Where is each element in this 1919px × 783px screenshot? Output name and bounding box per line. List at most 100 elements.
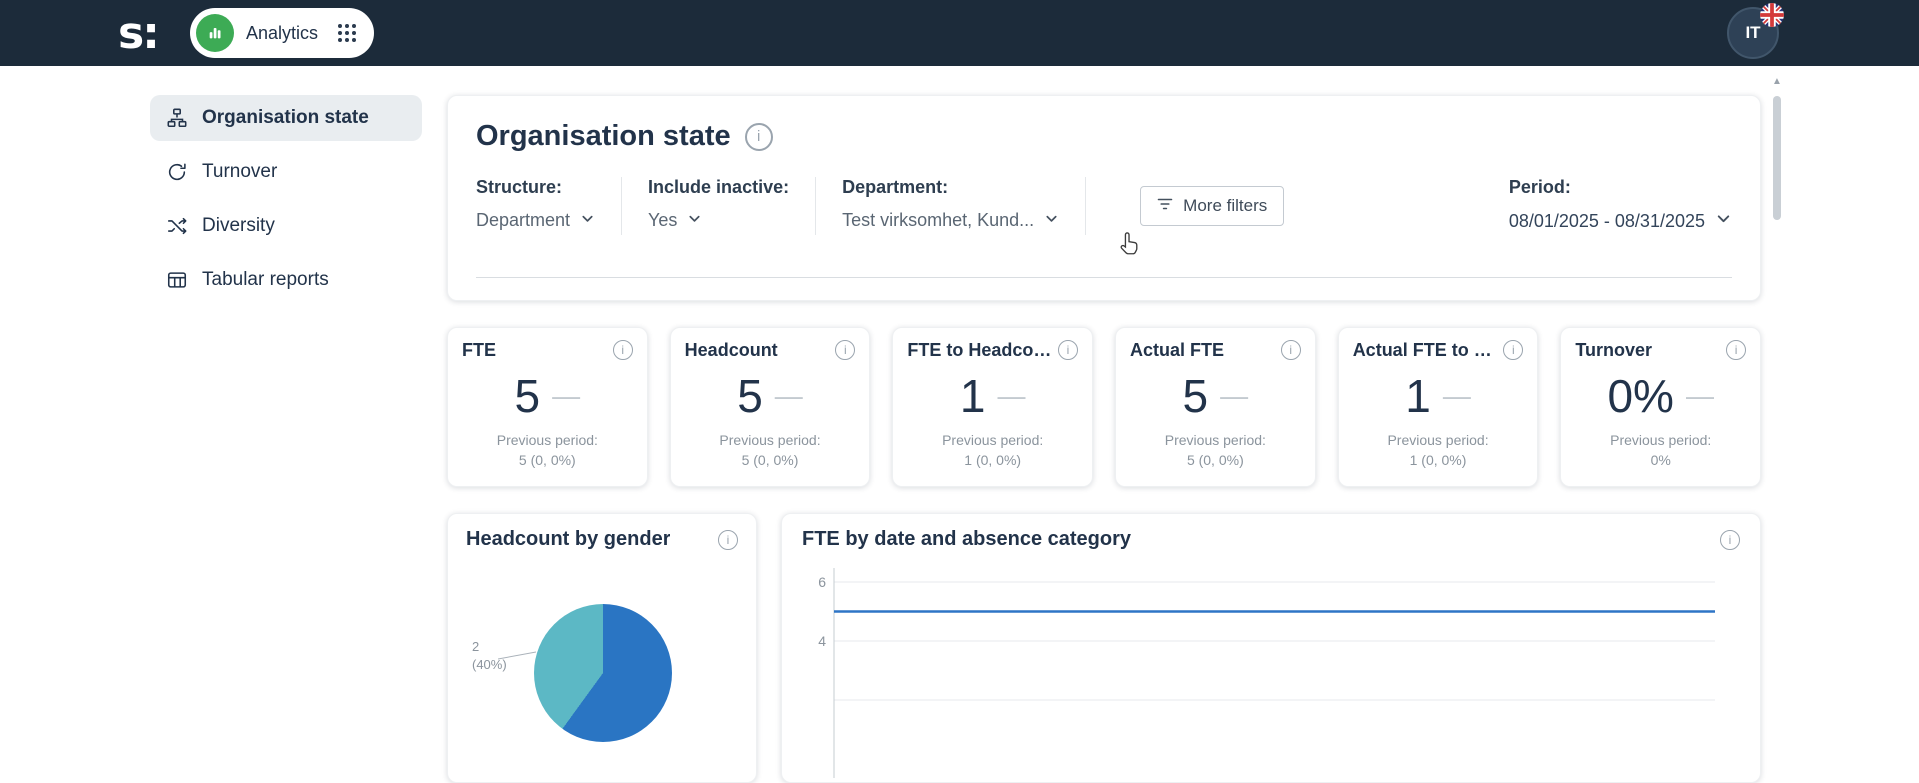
kpi-value: 5 — [737, 370, 763, 422]
kpi-card-fte-to-headcount: FTE to Headcou... i 1 — Previous period:… — [892, 327, 1094, 487]
scrollbar-thumb[interactable] — [1773, 96, 1781, 220]
app-name: Analytics — [246, 22, 319, 43]
period-filter-dropdown[interactable]: 08/01/2025 - 08/31/2025 — [1509, 210, 1732, 232]
turnover-cycle-icon — [166, 161, 188, 183]
kpi-value: 5 — [1182, 370, 1209, 422]
structure-filter-dropdown[interactable]: Department — [476, 210, 595, 231]
info-icon[interactable]: i — [835, 340, 856, 360]
info-icon[interactable]: i — [1280, 340, 1301, 360]
filter-divider — [815, 177, 817, 235]
chevron-down-icon — [580, 210, 595, 231]
structure-filter-label: Structure: — [476, 177, 563, 197]
org-chart-icon — [166, 107, 188, 129]
kpi-value: 5 — [514, 370, 541, 422]
kpi-card-fte: FTE i 5 — Previous period: 5 (0, 0%) — [447, 327, 648, 487]
previous-period-label: Previous period: — [496, 432, 598, 448]
kpi-card-actual-fte-to-fte: Actual FTE to FTE i 1 — Previous period:… — [1337, 327, 1539, 487]
previous-period-value: 5 (0, 0%) — [1186, 452, 1244, 469]
kpi-value: 1 — [1405, 370, 1431, 422]
y-axis-tick: 6 — [818, 574, 826, 590]
include-inactive-filter-value: Yes — [648, 210, 678, 230]
trend-dash: — — [1220, 380, 1249, 411]
previous-period-value: 1 (0, 0%) — [1409, 452, 1467, 469]
locale-flag-icon — [1760, 3, 1784, 27]
previous-period-label: Previous period: — [942, 432, 1044, 448]
chart-title: Headcount by gender — [466, 528, 671, 550]
period-filter-label: Period: — [1508, 177, 1571, 197]
previous-period-label: Previous period: — [1387, 432, 1489, 448]
include-inactive-filter-dropdown[interactable]: Yes — [648, 210, 789, 231]
filter-divider — [621, 177, 623, 235]
topbar: s: Analytics IT — [0, 0, 1919, 66]
info-icon[interactable]: i — [1503, 340, 1524, 360]
gender-pie-chart — [534, 604, 672, 742]
structure-filter-group: Structure: Department — [476, 177, 595, 231]
page-info-icon[interactable]: i — [744, 122, 773, 151]
previous-period-value: 1 (0, 0%) — [964, 452, 1022, 469]
page-title: Organisation state — [476, 120, 731, 152]
previous-period-label: Previous period: — [719, 432, 821, 448]
kpi-value: 1 — [959, 370, 986, 422]
info-icon[interactable]: i — [718, 529, 738, 550]
avatar-initials: IT — [1745, 23, 1761, 42]
trend-dash: — — [774, 380, 803, 411]
table-icon — [166, 269, 188, 291]
trend-dash: — — [1442, 380, 1471, 411]
sidebar-item-label: Turnover — [202, 161, 278, 182]
scroll-up-arrow[interactable]: ▲ — [1770, 76, 1784, 87]
more-filters-label: More filters — [1183, 196, 1268, 215]
info-icon[interactable]: i — [1058, 340, 1079, 360]
kpi-title: Turnover — [1575, 340, 1653, 360]
fte-by-date-card: FTE by date and absence category i 6 4 — [781, 513, 1761, 783]
include-inactive-filter-group: Include inactive: Yes — [648, 177, 789, 231]
kpi-title: Actual FTE to FTE — [1352, 340, 1498, 360]
trend-dash: — — [997, 380, 1026, 411]
sidebar-item-turnover[interactable]: Turnover — [150, 149, 422, 195]
sidebar-item-label: Organisation state — [202, 107, 369, 128]
callout-leader-line — [497, 648, 538, 667]
user-avatar[interactable]: IT — [1727, 3, 1784, 59]
trend-dash: — — [1685, 380, 1714, 411]
previous-period-label: Previous period: — [1164, 432, 1266, 448]
apps-grid-icon[interactable] — [336, 22, 358, 44]
info-icon[interactable]: i — [1726, 340, 1747, 360]
kpi-card-headcount: Headcount i 5 — Previous period: 5 (0, 0… — [669, 327, 871, 487]
include-inactive-filter-label: Include inactive: — [648, 177, 790, 197]
sidebar-item-diversity[interactable]: Diversity — [150, 203, 422, 249]
y-axis-tick: 4 — [818, 633, 826, 649]
previous-period-value: 5 (0, 0%) — [518, 452, 576, 469]
kpi-value: 0% — [1607, 370, 1674, 422]
kpi-title: Actual FTE — [1130, 340, 1225, 360]
department-filter-group: Department: Test virksomhet, Kund... — [842, 177, 1059, 231]
kpi-row: FTE i 5 — Previous period: 5 (0, 0%) Hea… — [447, 327, 1762, 487]
filter-funnel-icon — [1157, 196, 1173, 217]
info-icon[interactable]: i — [1720, 529, 1740, 550]
app-switcher-pill[interactable]: Analytics — [190, 8, 375, 58]
sidebar-item-organisation-state[interactable]: Organisation state — [150, 95, 422, 141]
info-icon[interactable]: i — [612, 340, 633, 360]
department-filter-value: Test virksomhet, Kund... — [842, 210, 1035, 230]
department-filter-label: Department: — [842, 177, 949, 197]
sidebar-item-tabular-reports[interactable]: Tabular reports — [150, 257, 422, 303]
previous-period-label: Previous period: — [1610, 432, 1712, 448]
sidebar: Organisation state Turnover Diversity Ta… — [150, 95, 422, 311]
main-content: Organisation state i Structure: Departme… — [447, 95, 1762, 783]
chevron-down-icon — [1044, 210, 1059, 231]
chart-title: FTE by date and absence category — [802, 528, 1131, 550]
period-filter-group: Period: 08/01/2025 - 08/31/2025 — [1509, 177, 1732, 232]
filter-divider — [1085, 177, 1087, 235]
fte-line-chart: 6 4 — [818, 568, 1715, 778]
diversity-shuffle-icon — [166, 215, 188, 237]
more-filters-button[interactable]: More filters — [1140, 186, 1285, 226]
structure-filter-value: Department — [476, 210, 571, 230]
chevron-down-icon — [1715, 210, 1732, 232]
brand-logo[interactable]: s: — [118, 2, 160, 64]
trend-dash: — — [552, 380, 581, 411]
period-filter-value: 08/01/2025 - 08/31/2025 — [1508, 210, 1705, 231]
filter-bar: Structure: Department Include inactive: … — [476, 177, 1732, 235]
department-filter-dropdown[interactable]: Test virksomhet, Kund... — [842, 210, 1059, 231]
kpi-card-actual-fte: Actual FTE i 5 — Previous period: 5 (0, … — [1115, 327, 1316, 487]
headcount-by-gender-card: Headcount by gender i 2 (40%) — [447, 513, 757, 783]
previous-period-value: 0% — [1650, 452, 1671, 469]
kpi-card-turnover: Turnover i 0% — Previous period: 0% — [1560, 327, 1762, 487]
